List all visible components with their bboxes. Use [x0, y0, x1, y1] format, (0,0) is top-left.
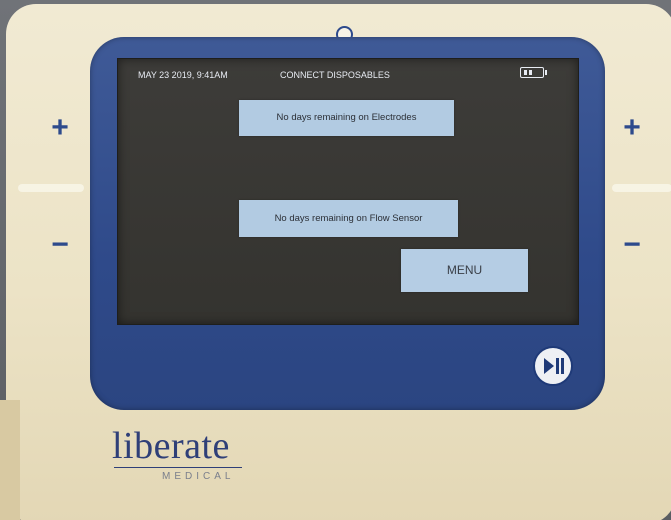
menu-button[interactable]: MENU — [401, 249, 528, 292]
minus-icon: − — [623, 228, 641, 261]
battery-level-bar — [524, 70, 527, 75]
minus-icon: − — [51, 228, 69, 261]
date-time: MAY 23 2019, 9:41AM — [138, 70, 228, 80]
left-plus-button[interactable]: + — [40, 113, 80, 147]
play-pause-icon — [544, 358, 564, 374]
electrodes-notice[interactable]: No days remaining on Electrodes — [239, 100, 454, 136]
right-plus-button[interactable]: + — [612, 113, 652, 147]
plus-icon: + — [623, 111, 641, 144]
brand-logo: liberate MEDICAL — [112, 425, 242, 482]
play-pause-button[interactable] — [533, 346, 573, 386]
right-button-divider — [612, 184, 671, 192]
device-edge — [0, 400, 20, 520]
right-minus-button[interactable]: − — [612, 230, 652, 264]
left-button-divider — [18, 184, 84, 192]
brand-name: liberate — [112, 425, 230, 467]
flow-sensor-notice[interactable]: No days remaining on Flow Sensor — [239, 200, 458, 237]
device-photo: + − + − MAY 23 2019, 9:41AM CONNECT DISP… — [0, 0, 671, 520]
touch-screen: MAY 23 2019, 9:41AM CONNECT DISPOSABLES … — [117, 58, 579, 325]
brand-subtitle: MEDICAL — [162, 471, 235, 482]
battery-icon — [520, 67, 547, 78]
brand-underline — [114, 467, 242, 468]
plus-icon: + — [51, 111, 69, 144]
left-minus-button[interactable]: − — [40, 230, 80, 264]
battery-level-bar — [529, 70, 532, 75]
screen-title: CONNECT DISPOSABLES — [280, 70, 390, 80]
status-bar: MAY 23 2019, 9:41AM CONNECT DISPOSABLES — [118, 59, 578, 85]
